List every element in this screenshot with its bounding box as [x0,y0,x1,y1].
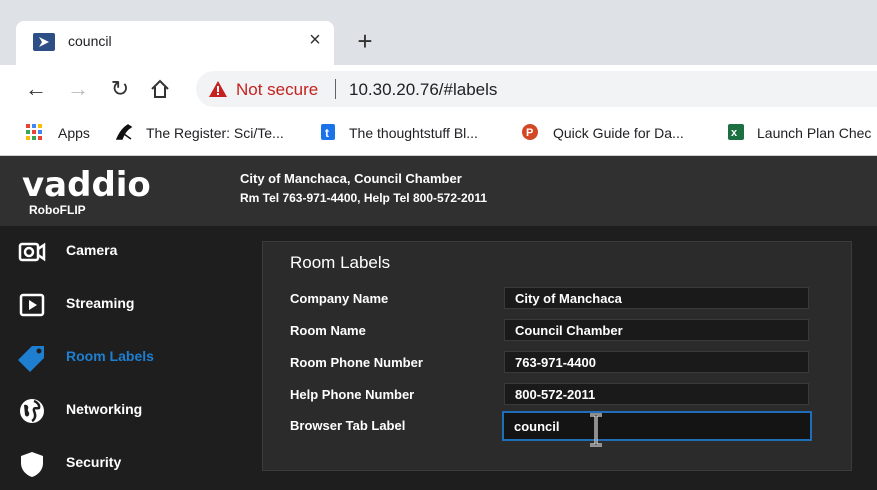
excel-icon: x [728,124,744,140]
bookmark-label: Launch Plan Chec [757,125,872,141]
tab-close-icon[interactable]: × [304,29,326,51]
shield-icon [21,452,43,477]
home-icon[interactable] [146,75,174,103]
camera-icon [18,242,46,262]
new-tab-button[interactable]: + [352,28,378,54]
bookmark-label: The thoughtstuff Bl... [349,125,478,141]
security-status[interactable]: Not secure [236,80,318,100]
sidebar-item-security[interactable]: Security [0,438,244,490]
forward-icon[interactable]: → [64,75,92,103]
vaddio-favicon-icon [33,33,55,51]
header-phone-info: Rm Tel 763-971-4400, Help Tel 800-572-20… [240,191,488,205]
sidebar-item-camera[interactable]: Camera [0,226,244,278]
sidebar-item-label: Security [66,454,122,470]
sidebar-item-label: Room Labels [66,348,154,364]
room-name-label: Room Name [290,323,366,338]
address-divider [335,79,336,99]
room-phone-label: Room Phone Number [290,355,423,370]
sidebar-nav: Camera Streaming Room Labels Networking … [0,226,244,477]
logo-text: vaddio [22,166,151,202]
powerpoint-icon: P [522,124,538,140]
sidebar-item-label: Camera [66,242,118,258]
thoughtstuff-icon: t [321,124,335,140]
globe-icon [20,399,44,423]
panel-title: Room Labels [290,253,391,272]
sidebar-item-networking[interactable]: Networking [0,385,244,437]
bookmarks-bar: Apps The Register: Sci/Te... t The thoug… [0,113,877,156]
svg-text:t: t [325,126,329,140]
room-name-field[interactable] [504,319,809,341]
browser-tab-label-field[interactable] [502,411,812,441]
company-name-label: Company Name [290,291,389,306]
text-cursor-icon [590,413,602,447]
warning-icon [209,81,227,97]
help-phone-field[interactable] [504,383,809,405]
vaddio-logo: vaddio [22,166,151,202]
tab-title: council [68,33,112,49]
bookmark-label: The Register: Sci/Te... [146,125,284,141]
header-room-name: City of Manchaca, Council Chamber [240,171,462,186]
apps-grid-icon [26,124,42,140]
url-text[interactable]: 10.30.20.76/#labels [349,80,497,100]
browser-toolbar: ← → ↻ Not secure 10.30.20.76/#labels [0,65,877,113]
reload-icon[interactable]: ↻ [106,75,134,103]
browser-tab[interactable]: council × [16,21,334,65]
svg-text:x: x [731,127,738,139]
sidebar-item-streaming[interactable]: Streaming [0,279,244,331]
app-header: vaddio RoboFLIP City of Manchaca, Counci… [0,156,877,226]
bookmark-label: Quick Guide for Da... [553,125,684,141]
help-phone-label: Help Phone Number [290,387,415,402]
sidebar-item-room-labels[interactable]: Room Labels [0,332,244,384]
address-bar[interactable]: Not secure 10.30.20.76/#labels [196,71,877,107]
play-icon [19,293,45,317]
company-name-field[interactable] [504,287,809,309]
back-icon[interactable]: ← [22,75,50,103]
bookmark-label: Apps [58,125,90,141]
tag-icon [18,346,44,372]
room-phone-field[interactable] [504,351,809,373]
product-name: RoboFLIP [29,203,86,217]
sidebar-item-label: Streaming [66,295,135,311]
sidebar-item-label: Networking [66,401,143,417]
browser-tab-label-label: Browser Tab Label [290,418,406,433]
register-icon [115,124,133,140]
svg-text:P: P [526,127,533,139]
browser-tab-strip: council × + [0,0,877,65]
